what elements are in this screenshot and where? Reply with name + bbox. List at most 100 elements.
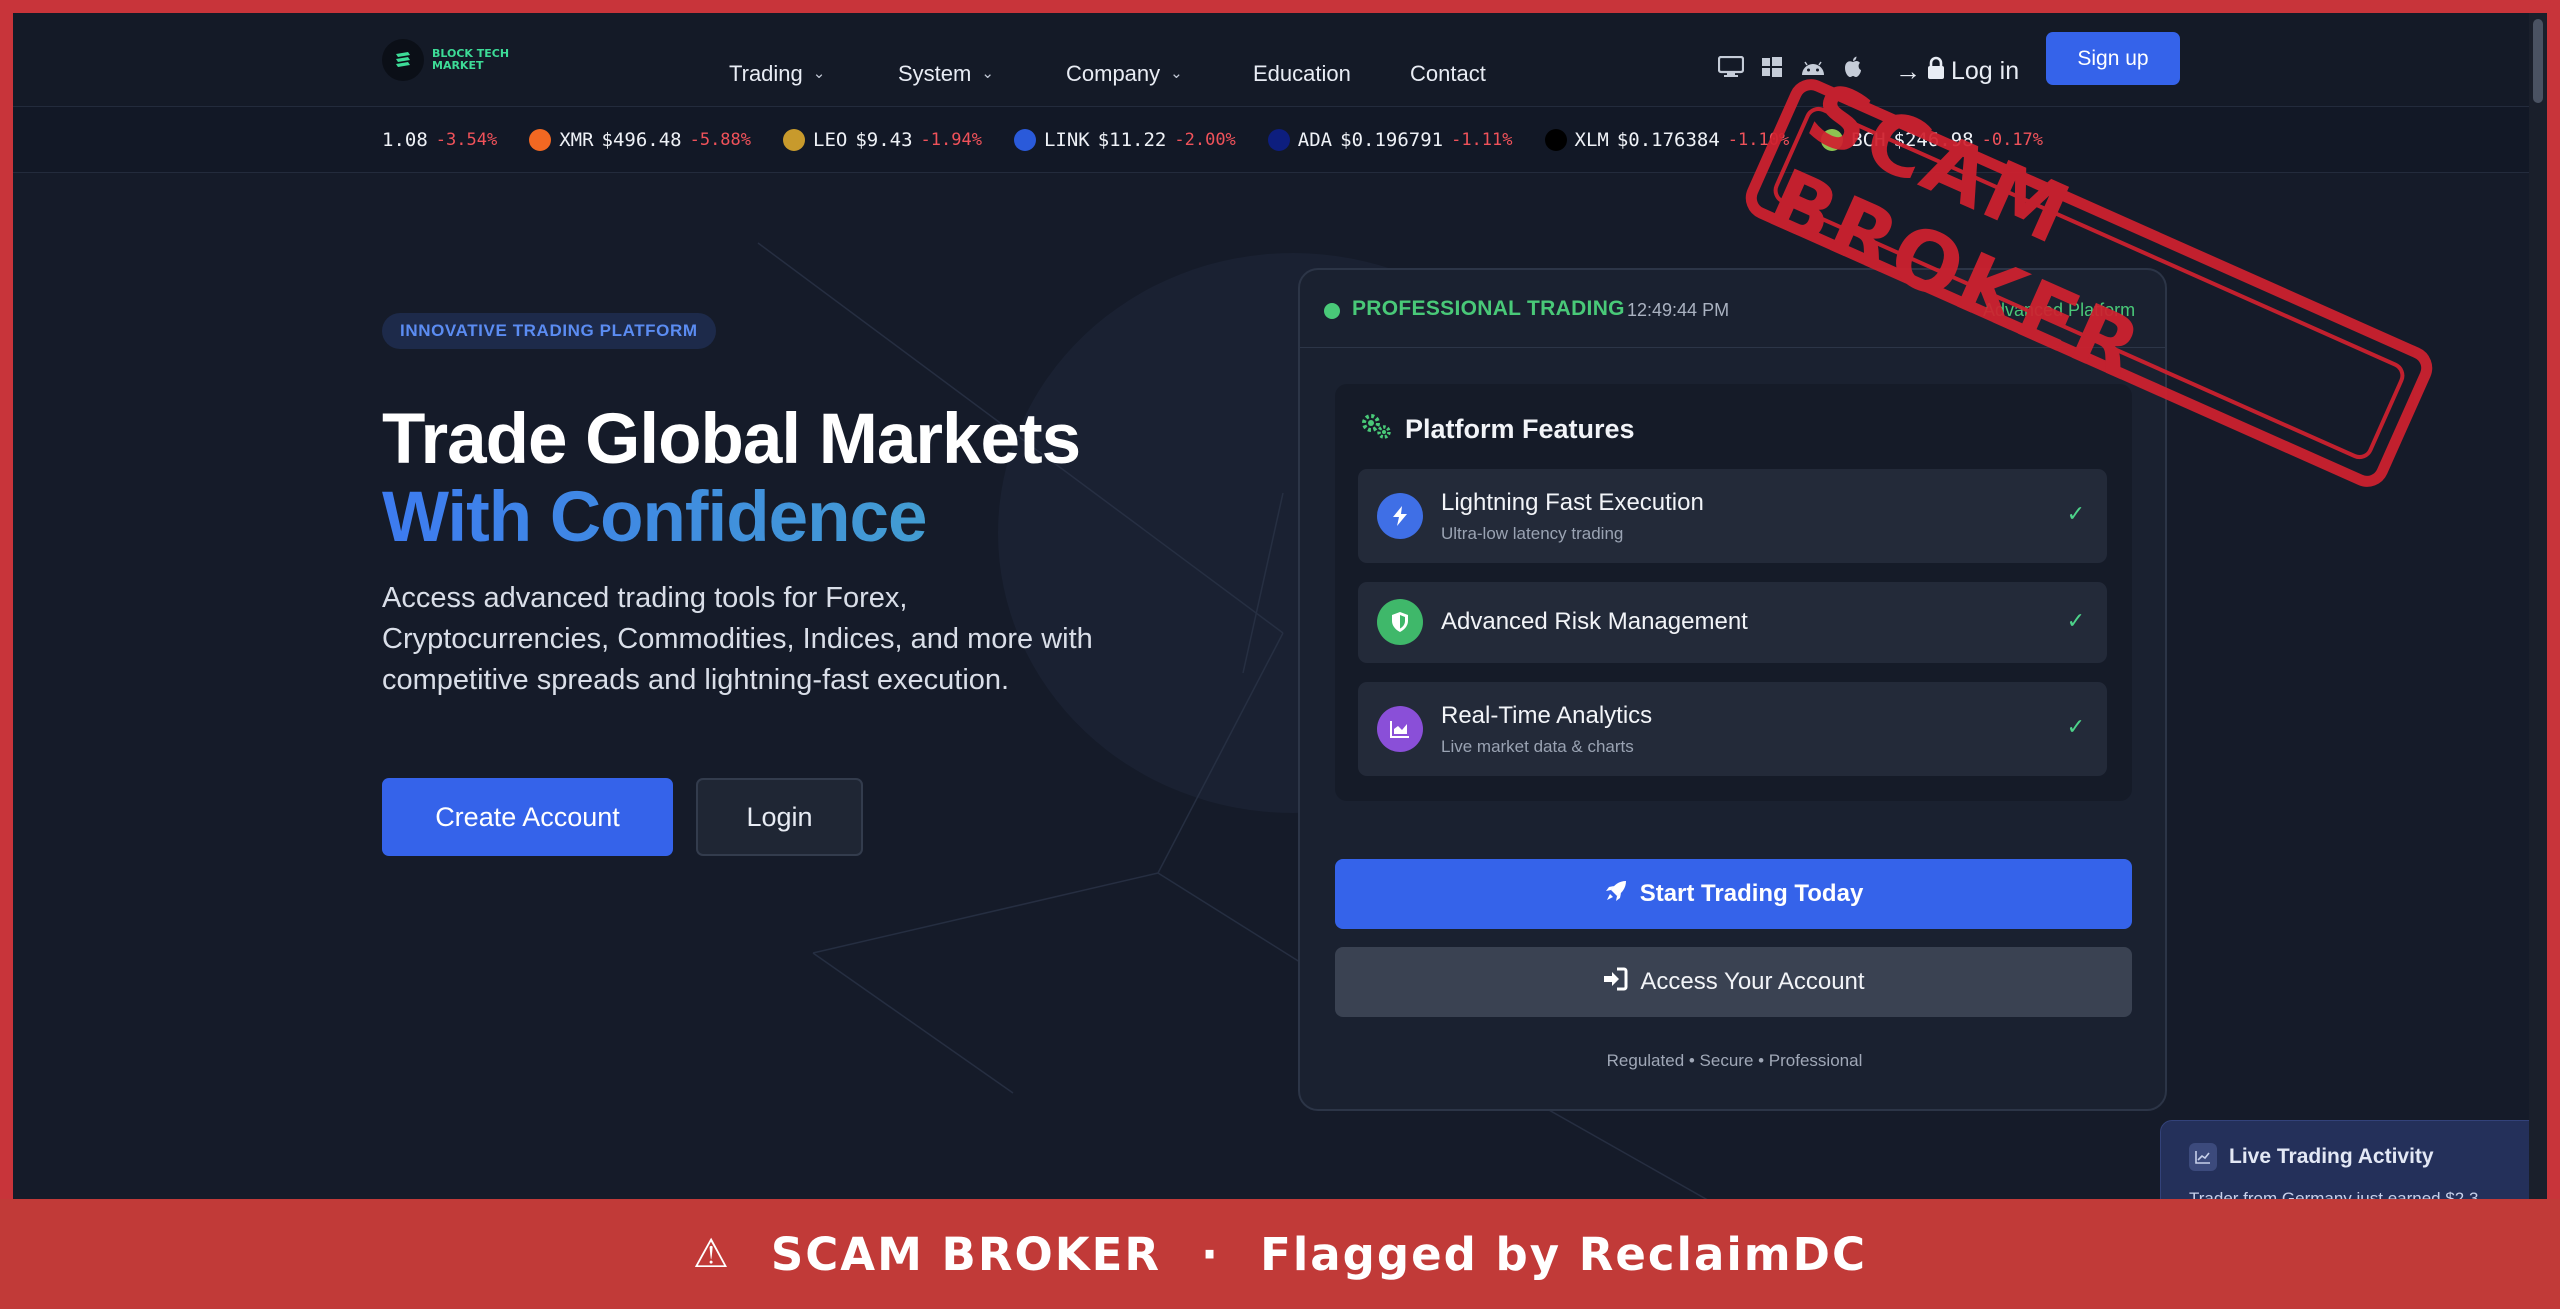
hero-badge: INNOVATIVE TRADING PLATFORM bbox=[382, 313, 716, 349]
ticker-change: -1.11% bbox=[1451, 130, 1513, 150]
start-trading-label: Start Trading Today bbox=[1639, 880, 1864, 907]
nav-education[interactable]: Education bbox=[1253, 61, 1351, 87]
banner-flag-text: Flagged by ReclaimDC bbox=[1260, 1227, 1868, 1281]
feature-item: Real-Time Analytics Live market data & c… bbox=[1358, 682, 2107, 776]
ticker-symbol: LINK bbox=[1043, 129, 1090, 151]
nav-contact[interactable]: Contact bbox=[1410, 61, 1486, 87]
scrollbar[interactable] bbox=[2529, 13, 2547, 1199]
feature-subtitle: Ultra-low latency trading bbox=[1441, 524, 1624, 543]
access-account-label: Access Your Account bbox=[1640, 968, 1865, 995]
desktop-icon[interactable] bbox=[1717, 55, 1745, 83]
card-status-label: PROFESSIONAL TRADING bbox=[1352, 297, 1625, 320]
feature-name: Lightning Fast Execution bbox=[1441, 489, 1704, 516]
nav-trading[interactable]: Trading ⌄ bbox=[729, 61, 825, 87]
create-account-button[interactable]: Create Account bbox=[382, 778, 673, 856]
ticker-price: $0.176384 bbox=[1616, 129, 1720, 151]
logo[interactable]: BLOCK TECH MARKET bbox=[382, 39, 509, 81]
feature-item: Lightning Fast Execution Ultra-low laten… bbox=[1358, 469, 2107, 563]
lock-icon bbox=[1927, 56, 1945, 87]
ticker-price: $496.48 bbox=[601, 129, 682, 151]
live-activity-title: Live Trading Activity bbox=[2229, 1145, 2434, 1168]
login-link[interactable]: → Log in bbox=[1895, 56, 2019, 87]
scrollbar-thumb[interactable] bbox=[2533, 19, 2543, 103]
link-coin-icon bbox=[1013, 129, 1036, 151]
nav-education-label: Education bbox=[1253, 61, 1351, 86]
live-activity-text: Trader from Germany just earned $2,3 bbox=[2189, 1189, 2479, 1199]
chart-line-icon bbox=[2189, 1143, 2217, 1171]
chevron-down-icon: ⌄ bbox=[1170, 65, 1183, 82]
nav-contact-label: Contact bbox=[1410, 61, 1486, 86]
ticker-symbol: ADA bbox=[1297, 129, 1333, 151]
start-trading-button[interactable]: Start Trading Today bbox=[1335, 859, 2132, 929]
nav-system[interactable]: System ⌄ bbox=[898, 61, 994, 87]
chart-icon bbox=[1377, 706, 1423, 752]
check-icon: ✓ bbox=[2066, 501, 2085, 526]
ticker-price: 1.08 bbox=[382, 129, 428, 151]
nav-company[interactable]: Company ⌄ bbox=[1066, 61, 1183, 87]
shield-icon bbox=[1377, 599, 1423, 645]
hero-title-line2: With Confidence bbox=[382, 479, 1080, 557]
hero-title-line1: Trade Global Markets bbox=[382, 400, 1081, 479]
feature-name: Real-Time Analytics bbox=[1441, 702, 1653, 729]
features-title-text: Platform Features bbox=[1405, 414, 1635, 444]
banner-separator: · bbox=[1201, 1227, 1221, 1281]
warning-banner: ⚠ SCAM BROKER · Flagged by ReclaimDC bbox=[0, 1199, 2560, 1309]
feature-name: Advanced Risk Management bbox=[1441, 608, 1748, 635]
hero-login-button[interactable]: Login bbox=[696, 778, 863, 856]
hero-title: Trade Global Markets With Confidence bbox=[382, 400, 1081, 557]
logo-subtext: MARKET bbox=[432, 59, 484, 72]
android-icon[interactable] bbox=[1800, 58, 1826, 81]
nav-company-label: Company bbox=[1066, 61, 1161, 86]
windows-icon[interactable] bbox=[1762, 57, 1782, 82]
xlm-coin-icon bbox=[1544, 129, 1567, 151]
browser-viewport: BLOCK TECH MARKET Trading ⌄ System ⌄ Com… bbox=[13, 13, 2547, 1199]
ticker-symbol: LEO bbox=[813, 129, 848, 151]
ticker-item: LEO $9.43 -1.94% bbox=[783, 129, 982, 151]
top-navbar: BLOCK TECH MARKET Trading ⌄ System ⌄ Com… bbox=[13, 13, 2547, 107]
ticker-symbol: XMR bbox=[559, 129, 594, 151]
ticker-symbol: XLM bbox=[1574, 129, 1609, 151]
trading-card: PROFESSIONAL TRADING 12:49:44 PM Advance… bbox=[1298, 268, 2167, 1111]
ticker-item: LINK $11.22 -2.00% bbox=[1013, 129, 1236, 151]
chevron-down-icon: ⌄ bbox=[812, 65, 826, 82]
leo-coin-icon bbox=[783, 129, 806, 151]
ticker-change: -3.54% bbox=[435, 130, 498, 150]
lightning-icon bbox=[1377, 493, 1423, 539]
sign-in-icon bbox=[1602, 967, 1628, 998]
warning-icon: ⚠ bbox=[692, 1231, 731, 1277]
ticker-item: XLM $0.176384 -1.10% bbox=[1544, 129, 1789, 151]
ticker-price: $0.196791 bbox=[1340, 129, 1444, 151]
nav-trading-label: Trading bbox=[729, 61, 803, 86]
logo-icon bbox=[382, 39, 424, 81]
ada-coin-icon bbox=[1267, 129, 1290, 151]
features-title: Platform Features bbox=[1359, 411, 1635, 448]
nav-system-label: System bbox=[898, 61, 972, 86]
ticker-change: -1.94% bbox=[920, 130, 982, 150]
gears-icon bbox=[1359, 411, 1393, 448]
feature-subtitle: Live market data & charts bbox=[1441, 737, 1634, 756]
ticker-item: 1.08 -3.54% bbox=[382, 129, 497, 151]
xmr-coin-icon bbox=[529, 129, 552, 151]
check-icon: ✓ bbox=[2066, 714, 2085, 739]
ticker-item: XMR $496.48 -5.88% bbox=[529, 129, 751, 151]
check-icon: ✓ bbox=[2066, 608, 2085, 633]
rocket-icon bbox=[1604, 879, 1628, 910]
platform-features-panel: Platform Features Lightning Fast Executi… bbox=[1335, 384, 2132, 801]
signup-button[interactable]: Sign up bbox=[2046, 32, 2180, 85]
hero-description: Access advanced trading tools for Forex,… bbox=[382, 582, 1093, 696]
arrow-right-icon: → bbox=[1895, 56, 1921, 86]
ticker-item: ADA $0.196791 -1.11% bbox=[1267, 129, 1513, 151]
access-account-button[interactable]: Access Your Account bbox=[1335, 947, 2132, 1017]
ticker-change: -5.88% bbox=[689, 130, 752, 150]
ticker-price: $11.22 bbox=[1097, 129, 1167, 151]
chevron-down-icon: ⌄ bbox=[981, 65, 994, 82]
live-activity-widget[interactable]: Live Trading Activity Trader from German… bbox=[2160, 1120, 2547, 1199]
ticker-change: -2.00% bbox=[1174, 130, 1236, 150]
banner-title: SCAM BROKER bbox=[770, 1227, 1162, 1281]
card-time: 12:49:44 PM bbox=[1627, 300, 1730, 320]
feature-item: Advanced Risk Management ✓ bbox=[1358, 582, 2107, 663]
ticker-price: $9.43 bbox=[855, 129, 913, 151]
price-ticker: 1.08 -3.54% XMR $496.48 -5.88% LEO $9.43 -1.94%… bbox=[13, 107, 2547, 173]
status-dot bbox=[1324, 303, 1340, 319]
card-footer: Regulated • Secure • Professional bbox=[1606, 1051, 1863, 1070]
